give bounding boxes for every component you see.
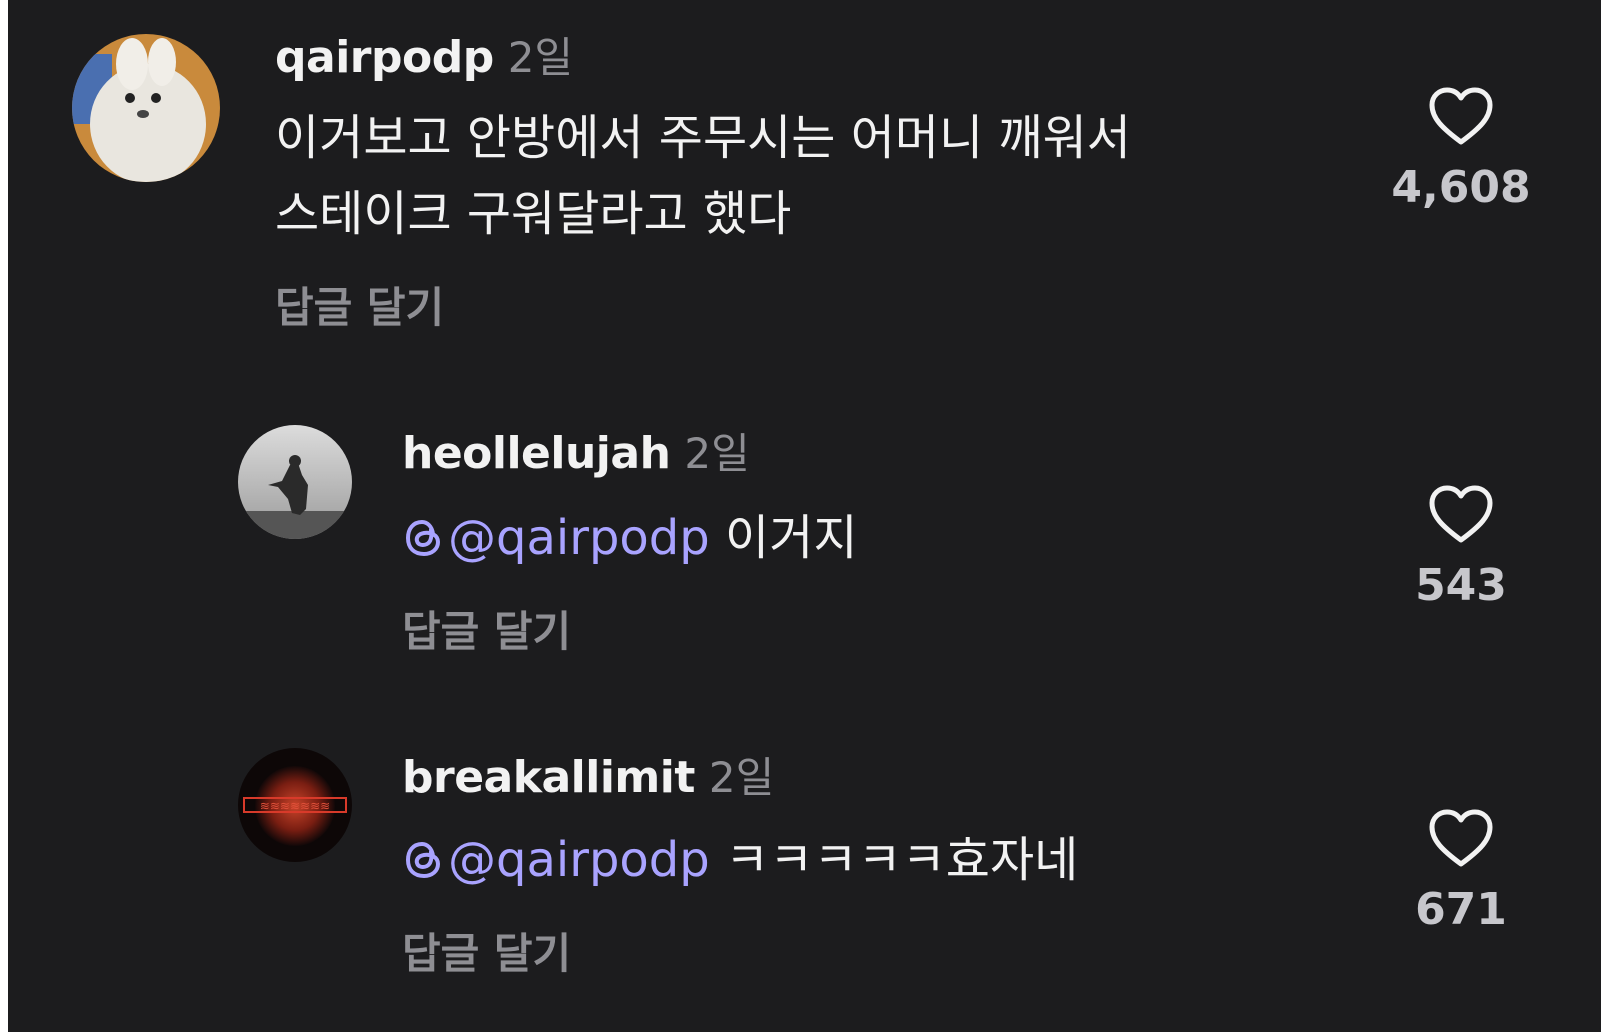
heart-outline-icon (1429, 485, 1493, 543)
comment-body: ㅋㅋㅋㅋㅋ효자네 (725, 832, 1079, 888)
mention-link[interactable]: @qairpodp (402, 832, 710, 888)
like-count: 543 (1415, 560, 1507, 611)
threads-icon (405, 841, 441, 879)
comment-text-line: 스테이크 구워달라고 했다 (275, 186, 792, 242)
mention-text[interactable]: @qairpodp (448, 510, 710, 566)
reply-button[interactable]: 답글 달기 (402, 920, 571, 981)
avatar[interactable] (238, 425, 352, 539)
mention-link[interactable]: @qairpodp (402, 510, 710, 566)
svg-text:≋≋≋≋≋≋≋: ≋≋≋≋≋≋≋ (260, 799, 330, 813)
comment-text: @qairpodp ㅋㅋㅋㅋㅋ효자네 (402, 822, 1078, 898)
like-button[interactable]: 671 (1376, 808, 1546, 935)
mention-text[interactable]: @qairpodp (448, 832, 710, 888)
reply-button[interactable]: 답글 달기 (275, 274, 444, 335)
heart-outline-icon (1429, 87, 1493, 145)
avatar[interactable]: ≋≋≋≋≋≋≋ (238, 748, 352, 862)
timestamp: 2일 (708, 753, 775, 802)
avatar[interactable] (72, 34, 220, 182)
like-button[interactable]: 543 (1376, 484, 1546, 611)
like-button[interactable]: 4,608 (1376, 86, 1546, 213)
comment-text: @qairpodp 이거지 (402, 500, 857, 576)
heart-outline-icon (1429, 809, 1493, 867)
username[interactable]: heollelujah (402, 428, 671, 479)
reply-button[interactable]: 답글 달기 (402, 598, 571, 659)
like-count: 671 (1415, 884, 1507, 935)
username[interactable]: breakallimit (402, 752, 695, 803)
comments-screen: qairpodp 2일 이거보고 안방에서 주무시는 어머니 깨워서 스테이크 구… (8, 0, 1601, 1032)
comment-text: 이거보고 안방에서 주무시는 어머니 깨워서 스테이크 구워달라고 했다 (275, 100, 1131, 252)
threads-icon (405, 519, 441, 557)
like-count: 4,608 (1391, 162, 1531, 213)
timestamp: 2일 (507, 33, 574, 82)
username[interactable]: qairpodp (275, 32, 494, 83)
timestamp: 2일 (684, 429, 750, 478)
comment-text-line: 이거보고 안방에서 주무시는 어머니 깨워서 (275, 110, 1131, 166)
comment-body: 이거지 (725, 510, 858, 566)
